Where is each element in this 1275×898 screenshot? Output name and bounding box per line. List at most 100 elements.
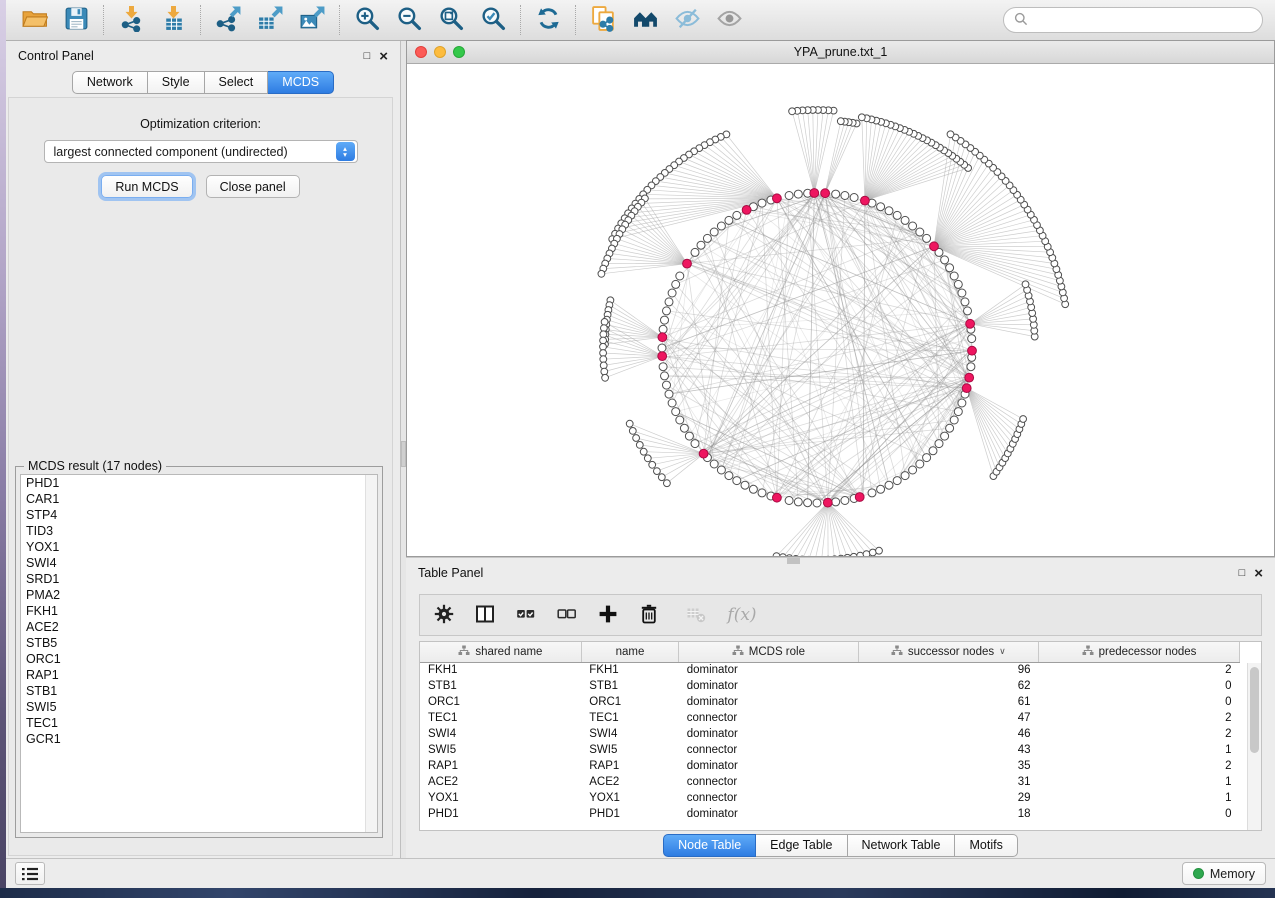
window-minimize-button[interactable]	[434, 46, 446, 58]
mcds-result-item[interactable]: CAR1	[21, 491, 377, 507]
table-row[interactable]: SWI4SWI4dominator462	[420, 726, 1240, 742]
close-table-panel-icon[interactable]: ×	[1254, 566, 1263, 581]
cell[interactable]: TEC1	[420, 710, 581, 726]
cell[interactable]: FKH1	[581, 662, 678, 678]
apply-layout-button[interactable]	[532, 4, 564, 36]
cell[interactable]: STB1	[581, 678, 678, 694]
export-image-button[interactable]	[296, 4, 328, 36]
close-panel-icon[interactable]: ×	[379, 49, 388, 64]
first-neighbors-button[interactable]	[629, 4, 661, 36]
cell[interactable]: connector	[679, 790, 858, 806]
cell[interactable]: SWI4	[420, 726, 581, 742]
zoom-fit-button[interactable]	[435, 4, 467, 36]
tab-network-table[interactable]: Network Table	[848, 834, 956, 857]
cell[interactable]: dominator	[679, 678, 858, 694]
cell[interactable]: 2	[1039, 758, 1240, 774]
table-row[interactable]: SWI5SWI5connector431	[420, 742, 1240, 758]
tab-motifs[interactable]: Motifs	[955, 834, 1017, 857]
close-panel-button[interactable]: Close panel	[206, 175, 300, 198]
tab-style[interactable]: Style	[148, 71, 205, 94]
cell[interactable]: 0	[1039, 678, 1240, 694]
cell[interactable]: 47	[858, 710, 1039, 726]
export-table-button[interactable]	[254, 4, 286, 36]
cell[interactable]: dominator	[679, 758, 858, 774]
float-panel-icon[interactable]: □	[364, 51, 371, 62]
memory-button[interactable]: Memory	[1182, 862, 1266, 885]
mcds-result-item[interactable]: PHD1	[21, 475, 377, 491]
tab-node-table[interactable]: Node Table	[663, 834, 756, 857]
tab-mcds[interactable]: MCDS	[268, 71, 334, 94]
show-all-button[interactable]	[713, 4, 745, 36]
mcds-result-item[interactable]: STP4	[21, 507, 377, 523]
cell[interactable]: dominator	[679, 806, 858, 822]
optimization-criterion-select[interactable]: largest connected component (undirected)…	[44, 140, 358, 163]
cell[interactable]: 31	[858, 774, 1039, 790]
zoom-out-button[interactable]	[393, 4, 425, 36]
tab-network[interactable]: Network	[72, 71, 148, 94]
cell[interactable]: connector	[679, 710, 858, 726]
add-column-button[interactable]	[596, 603, 620, 627]
cell[interactable]: SWI5	[420, 742, 581, 758]
cell[interactable]: 43	[858, 742, 1039, 758]
cell[interactable]: 2	[1039, 726, 1240, 742]
table-row[interactable]: PHD1PHD1dominator180	[420, 806, 1240, 822]
table-scrollbar-thumb[interactable]	[1250, 667, 1259, 753]
mcds-result-item[interactable]: SWI5	[21, 699, 377, 715]
mcds-result-item[interactable]: YOX1	[21, 539, 377, 555]
table-row[interactable]: STB1STB1dominator620	[420, 678, 1240, 694]
cell[interactable]: 18	[858, 806, 1039, 822]
table-row[interactable]: RAP1RAP1dominator352	[420, 758, 1240, 774]
table-row[interactable]: TEC1TEC1connector472	[420, 710, 1240, 726]
mcds-result-item[interactable]: TID3	[21, 523, 377, 539]
column-header-shared-name[interactable]: shared name	[420, 642, 581, 662]
cell[interactable]: TEC1	[581, 710, 678, 726]
cell[interactable]: YOX1	[581, 790, 678, 806]
mcds-result-item[interactable]: ACE2	[21, 619, 377, 635]
cell[interactable]: FKH1	[420, 662, 581, 678]
mcds-result-item[interactable]: SWI4	[21, 555, 377, 571]
cell[interactable]: 2	[1039, 710, 1240, 726]
cell[interactable]: ACE2	[420, 774, 581, 790]
cell[interactable]: PHD1	[581, 806, 678, 822]
column-header-predecessor-nodes[interactable]: predecessor nodes	[1039, 642, 1240, 662]
cell[interactable]: RAP1	[581, 758, 678, 774]
cell[interactable]: dominator	[679, 726, 858, 742]
cell[interactable]: 29	[858, 790, 1039, 806]
tab-select[interactable]: Select	[205, 71, 269, 94]
import-table-button[interactable]	[157, 4, 189, 36]
cell[interactable]: 61	[858, 694, 1039, 710]
cell[interactable]: 0	[1039, 694, 1240, 710]
mcds-result-item[interactable]: PMA2	[21, 587, 377, 603]
cell[interactable]: RAP1	[420, 758, 581, 774]
mcds-result-item[interactable]: STB5	[21, 635, 377, 651]
mcds-result-item[interactable]: SRD1	[21, 571, 377, 587]
run-mcds-button[interactable]: Run MCDS	[101, 175, 192, 198]
mcds-result-item[interactable]: STB1	[21, 683, 377, 699]
cell[interactable]: PHD1	[420, 806, 581, 822]
cell[interactable]: dominator	[679, 662, 858, 678]
cell[interactable]: SWI4	[581, 726, 678, 742]
cell[interactable]: 0	[1039, 806, 1240, 822]
mcds-result-item[interactable]: ORC1	[21, 651, 377, 667]
cell[interactable]: STB1	[420, 678, 581, 694]
cell[interactable]: SWI5	[581, 742, 678, 758]
table-panel-splitter-grip[interactable]	[787, 558, 800, 564]
delete-column-button[interactable]	[637, 603, 661, 627]
float-table-panel-icon[interactable]: □	[1239, 568, 1246, 579]
hide-selected-button[interactable]	[671, 4, 703, 36]
save-session-button[interactable]	[60, 4, 92, 36]
mcds-result-item[interactable]: GCR1	[21, 731, 377, 747]
column-header-successor-nodes[interactable]: successor nodes∨	[858, 642, 1039, 662]
cell[interactable]: connector	[679, 774, 858, 790]
export-network-button[interactable]	[212, 4, 244, 36]
network-canvas[interactable]	[407, 64, 1274, 556]
table-mode-button[interactable]	[432, 603, 456, 627]
cell[interactable]: 1	[1039, 790, 1240, 806]
table-row[interactable]: ORC1ORC1dominator610	[420, 694, 1240, 710]
column-header-name[interactable]: name	[581, 642, 678, 662]
show-panel-list-button[interactable]	[15, 862, 45, 885]
cell[interactable]: 2	[1039, 662, 1240, 678]
zoom-in-button[interactable]	[351, 4, 383, 36]
new-network-from-selection-button[interactable]	[587, 4, 619, 36]
network-window-titlebar[interactable]: YPA_prune.txt_1	[407, 41, 1274, 64]
